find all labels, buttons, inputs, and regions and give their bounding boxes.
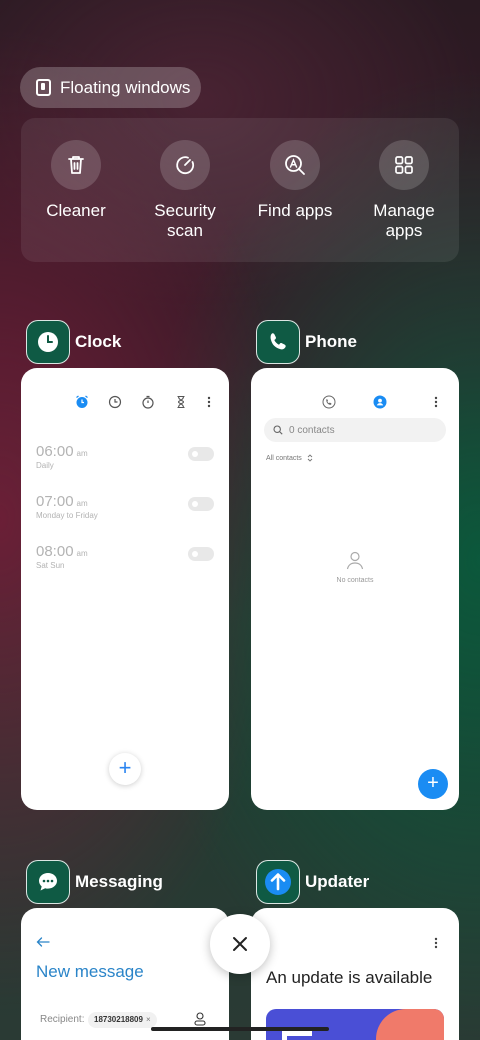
security-scan-button[interactable]: Security scan xyxy=(130,140,240,241)
update-banner-image xyxy=(266,1009,444,1040)
timer-tab-icon[interactable] xyxy=(174,395,188,409)
clock-app-name: Clock xyxy=(75,332,122,351)
floating-windows-button[interactable]: Floating windows xyxy=(20,67,201,108)
add-contact-icon[interactable] xyxy=(194,1012,206,1026)
cleaner-button[interactable]: Cleaner xyxy=(21,140,131,221)
alarm-repeat: Daily xyxy=(36,461,54,470)
find-apps-button[interactable]: Find apps xyxy=(240,140,350,221)
home-indicator[interactable] xyxy=(151,1027,329,1031)
phone-icon xyxy=(256,320,300,364)
recents-tab-icon[interactable] xyxy=(322,395,336,409)
alarm-row[interactable]: 06:00 am Daily xyxy=(36,443,214,470)
add-contact-button[interactable]: + xyxy=(418,769,448,799)
find-apps-label: Find apps xyxy=(257,201,333,220)
update-available-title: An update is available xyxy=(266,968,433,987)
security-scan-label: Security scan xyxy=(154,201,216,240)
phone-app-header[interactable]: Phone xyxy=(256,320,357,364)
cleaner-label: Cleaner xyxy=(46,201,106,220)
new-message-title: New message xyxy=(36,962,144,981)
clock-tabs xyxy=(75,395,211,409)
clear-all-button[interactable] xyxy=(210,914,270,974)
alarm-row[interactable]: 08:00 am Sat Sun xyxy=(36,543,214,570)
clock-tab-icon[interactable] xyxy=(108,395,122,409)
contacts-search-input[interactable]: 0 contacts xyxy=(264,418,446,442)
alarm-toggle[interactable] xyxy=(188,497,214,511)
alarm-repeat: Monday to Friday xyxy=(36,511,98,520)
sort-arrows-icon xyxy=(307,454,313,462)
alarm-row[interactable]: 07:00 am Monday to Friday xyxy=(36,493,214,520)
alarm-tab-icon[interactable] xyxy=(75,395,89,409)
updater-icon xyxy=(256,860,300,904)
messaging-app-name: Messaging xyxy=(75,872,163,891)
phone-app-card[interactable]: 0 contacts All contacts No contacts + xyxy=(251,368,459,810)
back-arrow-icon[interactable] xyxy=(36,937,50,947)
alarm-toggle[interactable] xyxy=(188,447,214,461)
phone-app-name: Phone xyxy=(305,332,357,351)
updater-app-card[interactable]: An update is available xyxy=(251,908,459,1040)
find-apps-icon xyxy=(270,140,320,190)
messaging-app-card[interactable]: New message Recipient: 18730218809 × xyxy=(21,908,229,1040)
recipient-chip[interactable]: 18730218809 × xyxy=(88,1012,157,1028)
clock-app-card[interactable]: 06:00 am Daily 07:00 am Monday to Friday 0… xyxy=(21,368,229,810)
updater-app-header[interactable]: Updater xyxy=(256,860,369,904)
messaging-icon xyxy=(26,860,70,904)
floating-windows-label: Floating windows xyxy=(60,77,191,97)
recipient-label: Recipient: xyxy=(40,1014,85,1025)
more-menu-icon[interactable] xyxy=(207,395,211,409)
clock-icon xyxy=(26,320,70,364)
updater-app-name: Updater xyxy=(305,872,370,891)
alarm-toggle[interactable] xyxy=(188,547,214,561)
clock-app-header[interactable]: Clock xyxy=(26,320,121,364)
manage-apps-button[interactable]: Manage apps xyxy=(349,140,459,241)
add-alarm-button[interactable]: + xyxy=(109,753,141,785)
more-menu-icon[interactable] xyxy=(434,937,438,949)
remove-recipient-icon[interactable]: × xyxy=(146,1015,151,1024)
more-menu-icon[interactable] xyxy=(434,395,438,409)
empty-contacts-label: No contacts xyxy=(336,577,374,584)
stopwatch-tab-icon[interactable] xyxy=(141,395,155,409)
grid-icon xyxy=(379,140,429,190)
contacts-filter-dropdown[interactable]: All contacts xyxy=(266,454,313,462)
shield-scan-icon xyxy=(160,140,210,190)
messaging-app-header[interactable]: Messaging xyxy=(26,860,163,904)
contacts-tab-icon[interactable] xyxy=(373,395,387,409)
empty-contacts-icon xyxy=(346,551,364,570)
alarm-repeat: Sat Sun xyxy=(36,561,65,570)
search-icon xyxy=(273,425,283,435)
quick-actions-panel: Cleaner Security scan Find apps Manage a… xyxy=(21,118,459,262)
floating-window-icon xyxy=(36,79,51,96)
search-placeholder: 0 contacts xyxy=(289,424,335,436)
close-icon xyxy=(233,937,247,951)
manage-apps-label: Manage apps xyxy=(373,201,435,240)
trash-icon xyxy=(51,140,101,190)
